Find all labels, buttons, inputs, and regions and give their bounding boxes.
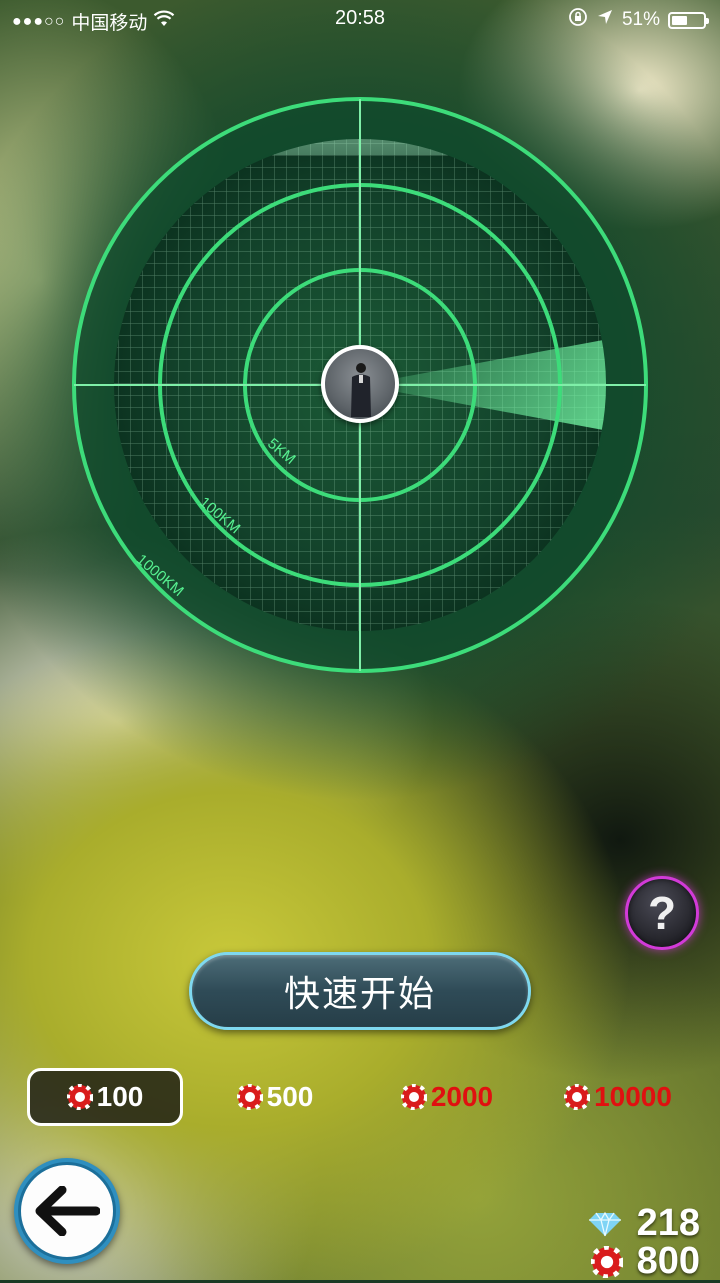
chip-icon bbox=[66, 1084, 93, 1110]
chip-icon bbox=[564, 1084, 591, 1110]
chip-icon bbox=[400, 1084, 427, 1110]
coin-balance: 800 bbox=[590, 1240, 700, 1283]
bet-amount: 500 bbox=[266, 1081, 314, 1112]
bet-amount: 10000 bbox=[594, 1081, 672, 1112]
bet-option-100[interactable]: 100 bbox=[27, 1068, 183, 1126]
help-button[interactable]: ? bbox=[625, 876, 699, 950]
arrow-left-icon bbox=[35, 1186, 100, 1236]
chip-icon bbox=[236, 1084, 263, 1110]
avatar[interactable] bbox=[321, 345, 399, 423]
back-button-face bbox=[18, 1162, 116, 1260]
diamond-icon bbox=[588, 1211, 621, 1236]
quick-start-label: 快速开始 bbox=[283, 973, 436, 1014]
question-mark-icon: ? bbox=[647, 887, 677, 939]
battery-percent: 51% bbox=[621, 9, 660, 30]
person-silhouette-icon bbox=[351, 363, 371, 417]
status-bar: ●●●○○ 中国移动 20:58 51% bbox=[0, 0, 720, 38]
gem-count: 218 bbox=[636, 1202, 700, 1244]
quick-start-button[interactable]: 快速开始 bbox=[189, 952, 531, 1030]
chip-icon bbox=[590, 1245, 623, 1278]
gem-balance: 218 bbox=[587, 1202, 700, 1245]
bet-amount: 100 bbox=[96, 1081, 144, 1112]
bet-option-2000[interactable]: 2000 bbox=[382, 1068, 512, 1126]
orientation-lock-icon bbox=[568, 7, 588, 33]
battery-icon bbox=[668, 11, 709, 29]
coin-count: 800 bbox=[636, 1240, 700, 1282]
bet-option-10000[interactable]: 10000 bbox=[548, 1068, 688, 1126]
status-right: 51% bbox=[568, 7, 709, 33]
back-button[interactable] bbox=[14, 1158, 120, 1264]
bet-option-500[interactable]: 500 bbox=[220, 1068, 330, 1126]
bet-amount: 2000 bbox=[430, 1081, 494, 1112]
location-arrow-icon bbox=[596, 8, 614, 32]
